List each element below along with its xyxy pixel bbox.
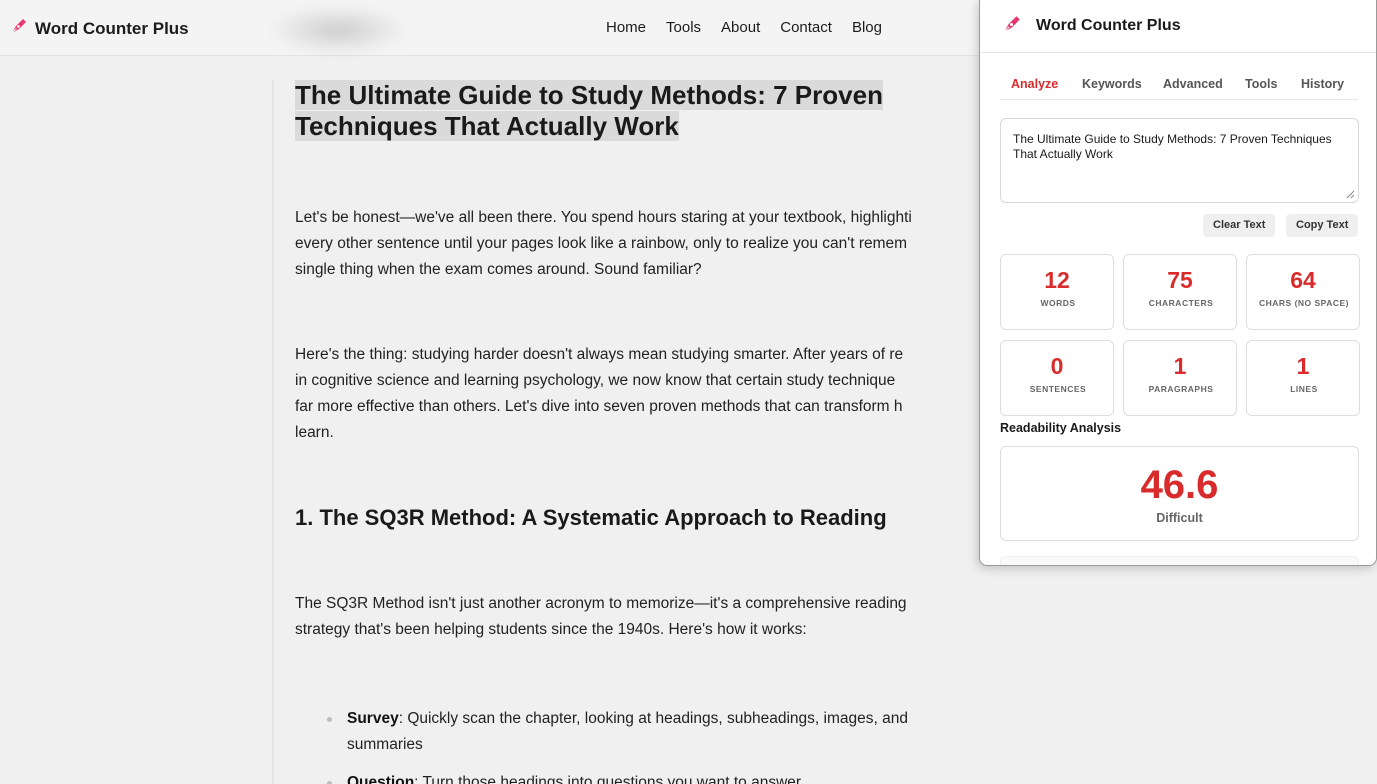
stat-characters: 75 CHARACTERS [1123, 254, 1237, 330]
paragraph-1-line-2: every other sentence until your pages lo… [295, 235, 908, 252]
extension-popup: Word Counter Plus Analyze Keywords Advan… [979, 0, 1377, 566]
list-item: Question: Turn those headings into quest… [327, 770, 987, 784]
fountain-pen-icon [1002, 14, 1022, 39]
stat-paragraphs: 1 PARAGRAPHS [1123, 340, 1237, 416]
readability-card: 46.6 Difficult [1000, 446, 1359, 541]
stat-value: 1 [1296, 353, 1310, 379]
readability-section-title: Readability Analysis [1000, 421, 1122, 435]
stat-lines: 1 LINES [1246, 340, 1360, 416]
paragraph-3-line-1: The SQ3R Method isn't just another acron… [295, 595, 907, 612]
readability-score: 46.6 [1140, 463, 1219, 507]
tab-advanced[interactable]: Advanced [1163, 77, 1223, 91]
nav-link-tools[interactable]: Tools [666, 19, 701, 36]
site-logo[interactable]: Word Counter Plus [10, 17, 189, 40]
paragraph-1-line-3: single thing when the exam comes around.… [295, 261, 702, 278]
list-item-text: : Turn those headings into questions you… [414, 774, 802, 784]
article-title: The Ultimate Guide to Study Methods: 7 P… [295, 80, 915, 142]
list-item-text: : Quickly scan the chapter, looking at h… [347, 710, 908, 753]
article-left-border [272, 80, 274, 784]
nav-link-blog[interactable]: Blog [852, 19, 882, 36]
list-item-term: Question [347, 774, 415, 784]
stat-sentences: 0 SENTENCES [1000, 340, 1114, 416]
stat-value: 0 [1050, 353, 1064, 379]
article-title-line-1: The Ultimate Guide to Study Methods: 7 P… [295, 80, 883, 110]
stat-label: CHARACTERS [1148, 298, 1214, 308]
nav-link-about[interactable]: About [721, 19, 760, 36]
next-card-peek [1000, 556, 1359, 565]
tab-history[interactable]: History [1301, 77, 1344, 91]
list-item: Survey: Quickly scan the chapter, lookin… [327, 706, 987, 758]
stat-label: LINES [1290, 384, 1318, 394]
stat-value: 12 [1044, 267, 1070, 293]
readability-level: Difficult [1156, 511, 1203, 525]
stat-words: 12 WORDS [1000, 254, 1114, 330]
clear-text-button[interactable]: Clear Text [1203, 214, 1276, 237]
paragraph-3-line-2: strategy that's been helping students si… [295, 621, 807, 638]
popup-tabs: Analyze Keywords Advanced Tools History [1000, 70, 1358, 100]
main-nav: Home Tools About Contact Blog [606, 19, 882, 36]
section-heading: 1. The SQ3R Method: A Systematic Approac… [295, 505, 887, 530]
stat-label: SENTENCES [1029, 384, 1087, 394]
list-item-term: Survey [347, 710, 399, 727]
stat-value: 1 [1173, 353, 1187, 379]
stat-label: PARAGRAPHS [1148, 384, 1214, 394]
text-input-value: The Ultimate Guide to Study Methods: 7 P… [1013, 132, 1332, 161]
stat-value: 75 [1167, 267, 1193, 293]
copy-text-button[interactable]: Copy Text [1286, 214, 1359, 237]
tab-keywords[interactable]: Keywords [1082, 77, 1142, 91]
blurred-header-element [268, 6, 408, 54]
nav-link-contact[interactable]: Contact [780, 19, 832, 36]
popup-header: Word Counter Plus [980, 0, 1376, 53]
tab-analyze[interactable]: Analyze [1011, 77, 1058, 91]
stat-value: 64 [1290, 267, 1316, 293]
article-title-line-2: Techniques That Actually Work [295, 111, 679, 141]
paragraph-2-line-3: far more effective than others. Let's di… [295, 398, 903, 415]
text-input[interactable]: The Ultimate Guide to Study Methods: 7 P… [1000, 118, 1359, 203]
paragraph-2-line-1: Here's the thing: studying harder doesn'… [295, 346, 904, 363]
stat-label: CHARS (NO SPACE) [1258, 298, 1349, 308]
nav-link-home[interactable]: Home [606, 19, 646, 36]
site-brand-name: Word Counter Plus [35, 18, 189, 38]
resize-handle-icon[interactable] [1346, 190, 1355, 199]
paragraph-2-line-4: learn. [295, 424, 334, 441]
stat-chars-no-space: 64 CHARS (NO SPACE) [1246, 254, 1360, 330]
paragraph-2-line-2: in cognitive science and learning psycho… [295, 372, 896, 389]
paragraph-1-line-1: Let's be honest—we've all been there. Yo… [295, 209, 912, 226]
tab-tools[interactable]: Tools [1245, 77, 1277, 91]
fountain-pen-icon [10, 17, 28, 40]
stat-label: WORDS [1040, 298, 1076, 308]
popup-title: Word Counter Plus [1036, 17, 1181, 34]
